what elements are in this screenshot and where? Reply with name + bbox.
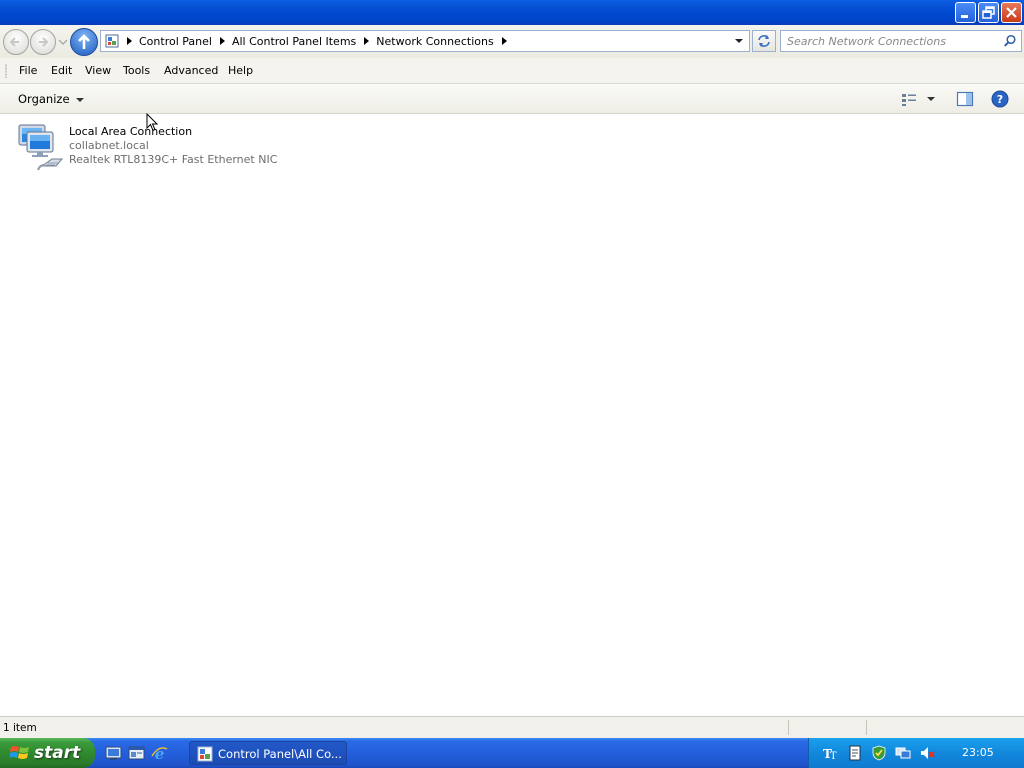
clock[interactable]: 23:05 [962,746,994,759]
notes-icon[interactable] [847,745,863,761]
menu-edit[interactable]: Edit [51,64,72,77]
back-arrow-icon [9,37,19,47]
taskbar-window-button[interactable]: Control Panel\All Co... [189,741,347,765]
breadcrumb-all-control-panel-items[interactable]: All Control Panel Items [232,35,356,48]
start-label: start [34,743,81,763]
close-button[interactable] [1001,2,1022,23]
taskbar-window-label: Control Panel\All Co... [218,747,342,761]
chevron-down-icon [58,39,68,45]
chevron-down-icon [735,39,743,43]
organize-label: Organize [18,92,70,106]
command-bar: Organize ? [0,84,1024,114]
status-bar: 1 item [0,716,1024,738]
back-button[interactable] [3,29,29,55]
preview-pane-button[interactable] [956,91,974,107]
preview-pane-icon [956,91,974,107]
forward-arrow-icon [39,37,49,47]
menu-advanced[interactable]: Advanced [164,64,218,77]
close-icon [1006,7,1017,18]
system-tray: T T 23:05 [808,738,1024,768]
security-shield-icon[interactable] [871,745,887,761]
menu-grip[interactable] [5,64,7,78]
menu-tools[interactable]: Tools [123,64,150,77]
connection-adapter: Realtek RTL8139C+ Fast Ethernet NIC [69,153,278,166]
search-icon[interactable] [1003,34,1017,48]
recent-pages-button[interactable] [58,37,68,47]
breadcrumb-control-panel[interactable]: Control Panel [139,35,212,48]
item-count: 1 item [3,722,37,734]
network-connection-icon [18,124,64,171]
minimize-icon [961,15,968,18]
start-button[interactable]: start [0,738,95,768]
taskbar: start e Control Panel\All Co... T T 23:0… [0,738,1024,768]
menu-file[interactable]: File [19,64,37,77]
mouse-cursor-icon [146,113,159,132]
search-input[interactable] [787,33,997,49]
windows-logo-icon [10,746,29,759]
control-panel-icon [197,746,213,762]
search-box[interactable] [780,30,1022,52]
forward-button[interactable] [30,29,56,55]
control-panel-icon [105,34,119,48]
language-bar-icon[interactable]: T T [822,745,838,761]
refresh-button[interactable] [752,30,776,52]
explorer-quicklaunch-icon[interactable] [128,745,145,761]
address-dropdown-button[interactable] [731,32,747,50]
status-divider [866,720,867,735]
help-icon: ? [991,90,1009,108]
breadcrumb-separator[interactable] [501,37,507,45]
organize-button[interactable]: Organize [13,89,89,109]
chevron-down-icon [75,97,84,102]
breadcrumb-separator[interactable] [219,37,225,45]
view-list-icon [902,94,935,106]
svg-text:?: ? [997,93,1003,106]
show-desktop-icon[interactable] [105,745,122,761]
address-bar[interactable]: Control Panel All Control Panel Items Ne… [100,30,750,52]
file-list[interactable]: Local Area Connection collabnet.local Re… [0,114,1024,716]
up-arrow-icon [78,34,90,49]
svg-text:T: T [830,751,837,761]
network-tray-icon[interactable] [895,745,911,761]
status-divider [788,720,789,735]
breadcrumb-separator[interactable] [364,37,370,45]
restore-icon [982,6,995,19]
address-row: Control Panel All Control Panel Items Ne… [0,25,1024,58]
minimize-button[interactable] [955,2,976,23]
restore-button[interactable] [978,2,999,23]
title-bar[interactable] [0,0,1024,25]
breadcrumb-network-connections[interactable]: Network Connections [376,35,493,48]
breadcrumb-separator[interactable] [127,37,132,45]
connection-name: Local Area Connection [69,125,193,138]
volume-muted-icon[interactable] [919,745,935,761]
change-view-button[interactable] [900,91,938,107]
up-button[interactable] [70,28,98,56]
menu-help[interactable]: Help [228,64,253,77]
menu-bar: File Edit View Tools Advanced Help [0,58,1024,84]
internet-explorer-icon[interactable]: e [151,745,168,761]
connection-domain: collabnet.local [69,139,149,152]
help-button[interactable]: ? [991,90,1009,108]
menu-view[interactable]: View [85,64,111,77]
refresh-icon [758,35,770,47]
